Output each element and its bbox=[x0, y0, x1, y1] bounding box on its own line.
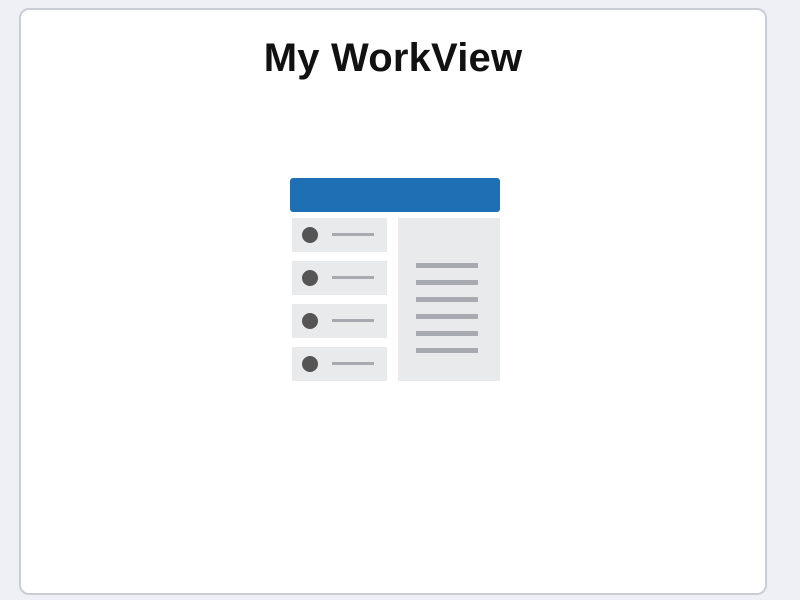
workview-list-detail-icon bbox=[290, 178, 522, 391]
tile-title: My WorkView bbox=[263, 36, 523, 80]
my-workview-tile[interactable]: My WorkView bbox=[19, 8, 767, 595]
icon-detail-panel bbox=[398, 218, 500, 381]
icon-header-bar bbox=[290, 178, 500, 212]
